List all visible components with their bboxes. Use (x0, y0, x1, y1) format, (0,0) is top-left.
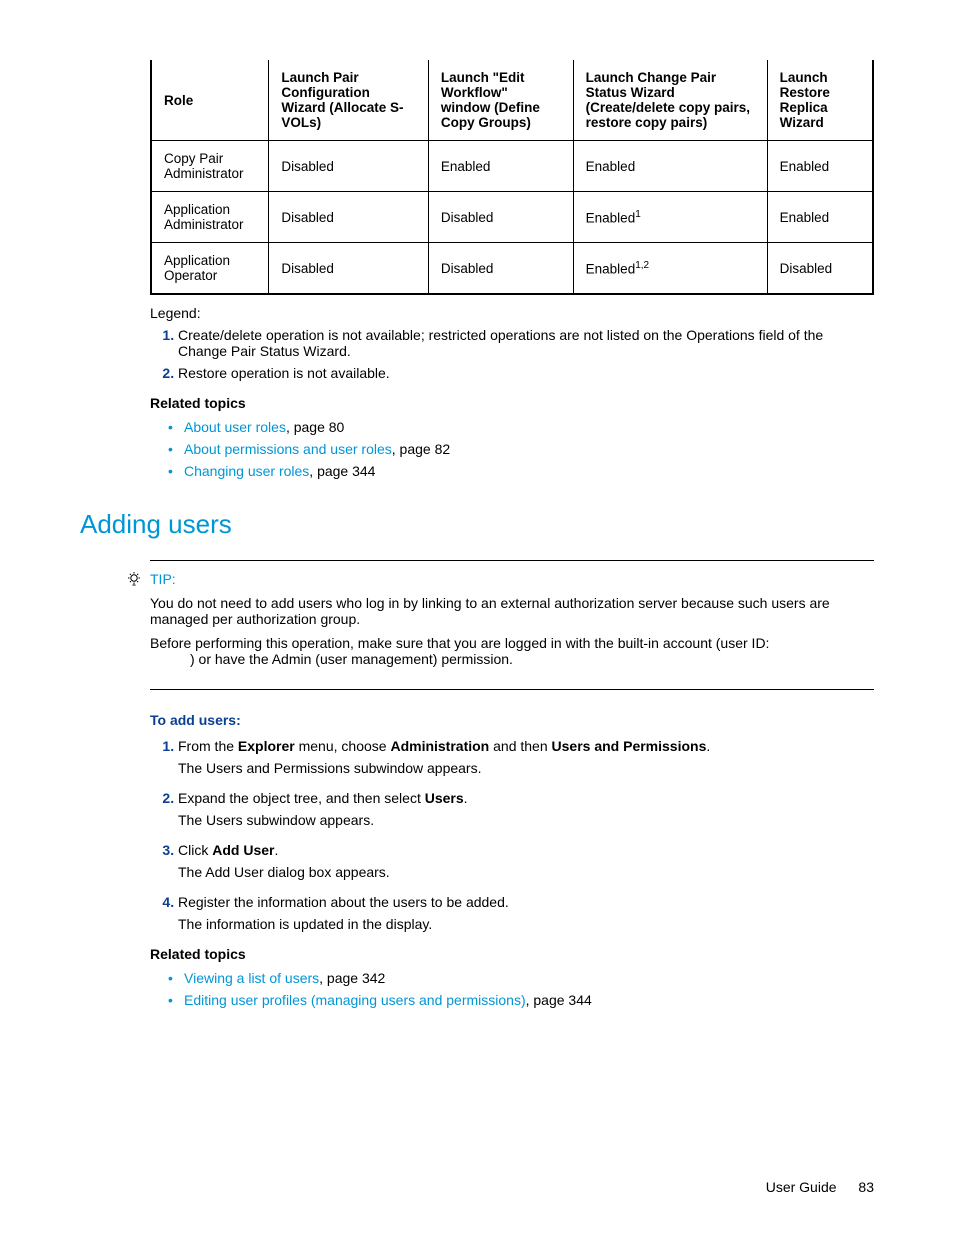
table-cell: Copy Pair Administrator (151, 141, 269, 192)
tip-block: TIP: You do not need to add users who lo… (150, 560, 874, 690)
step-result: The Add User dialog box appears. (178, 864, 874, 880)
role-table: Role Launch Pair Configuration Wizard (A… (150, 60, 874, 295)
col-launch-pair: Launch Pair Configuration Wizard (Alloca… (269, 60, 428, 141)
procedure-step: From the Explorer menu, choose Administr… (178, 738, 874, 776)
procedure-steps: From the Explorer menu, choose Administr… (150, 738, 874, 932)
legend-list: Create/delete operation is not available… (150, 327, 874, 381)
table-row: Copy Pair AdministratorDisabledEnabledEn… (151, 141, 873, 192)
related-topics-heading-2: Related topics (150, 946, 874, 962)
table-cell: Disabled (269, 243, 428, 295)
tip-paragraph-2: Before performing this operation, make s… (150, 635, 874, 667)
table-row: Application OperatorDisabledDisabledEnab… (151, 243, 873, 295)
table-header-row: Role Launch Pair Configuration Wizard (A… (151, 60, 873, 141)
table-cell: Enabled (573, 141, 767, 192)
table-cell: Enabled (767, 141, 873, 192)
tip-label: TIP: (150, 571, 874, 587)
related-list-2: Viewing a list of users, page 342 Editing… (150, 970, 874, 1008)
lightbulb-icon (126, 571, 142, 590)
footer-label: User Guide (766, 1179, 837, 1195)
table-cell: Enabled (428, 141, 573, 192)
page-footer: User Guide 83 (766, 1179, 874, 1195)
table-cell: Disabled (428, 243, 573, 295)
related-item: About user roles, page 80 (168, 419, 874, 435)
step-result: The Users and Permissions subwindow appe… (178, 760, 874, 776)
related-link[interactable]: About permissions and user roles (184, 441, 392, 457)
related-item: Changing user roles, page 344 (168, 463, 874, 479)
related-item: Viewing a list of users, page 342 (168, 970, 874, 986)
procedure-step: Register the information about the users… (178, 894, 874, 932)
related-item: Editing user profiles (managing users an… (168, 992, 874, 1008)
table-cell: Disabled (767, 243, 873, 295)
related-topics-heading-1: Related topics (150, 395, 874, 411)
legend-item: Restore operation is not available. (178, 365, 874, 381)
table-cell: Disabled (428, 192, 573, 243)
related-link[interactable]: Editing user profiles (managing users an… (184, 992, 526, 1008)
footer-page-number: 83 (858, 1179, 874, 1195)
table-cell: Enabled1,2 (573, 243, 767, 295)
procedure-step: Expand the object tree, and then select … (178, 790, 874, 828)
related-link[interactable]: About user roles (184, 419, 286, 435)
related-link[interactable]: Viewing a list of users (184, 970, 319, 986)
tip-paragraph-1: You do not need to add users who log in … (150, 595, 874, 627)
table-cell: Application Operator (151, 243, 269, 295)
section-heading-adding-users: Adding users (80, 509, 874, 540)
col-restore: Launch Restore Replica Wizard (767, 60, 873, 141)
table-body: Copy Pair AdministratorDisabledEnabledEn… (151, 141, 873, 295)
col-role: Role (151, 60, 269, 141)
table-cell: Enabled1 (573, 192, 767, 243)
col-edit-workflow: Launch "Edit Workflow" window (Define Co… (428, 60, 573, 141)
step-result: The Users subwindow appears. (178, 812, 874, 828)
legend-item: Create/delete operation is not available… (178, 327, 874, 359)
procedure-heading: To add users: (150, 712, 874, 728)
table-cell: Application Administrator (151, 192, 269, 243)
related-item: About permissions and user roles, page 8… (168, 441, 874, 457)
step-result: The information is updated in the displa… (178, 916, 874, 932)
legend-label: Legend: (150, 305, 874, 321)
table-cell: Disabled (269, 141, 428, 192)
table-cell: Enabled (767, 192, 873, 243)
table-cell: Disabled (269, 192, 428, 243)
related-link[interactable]: Changing user roles (184, 463, 309, 479)
table-row: Application AdministratorDisabledDisable… (151, 192, 873, 243)
col-change-pair: Launch Change Pair Status Wizard (Create… (573, 60, 767, 141)
procedure-step: Click Add User.The Add User dialog box a… (178, 842, 874, 880)
related-list-1: About user roles, page 80 About permissio… (150, 419, 874, 479)
